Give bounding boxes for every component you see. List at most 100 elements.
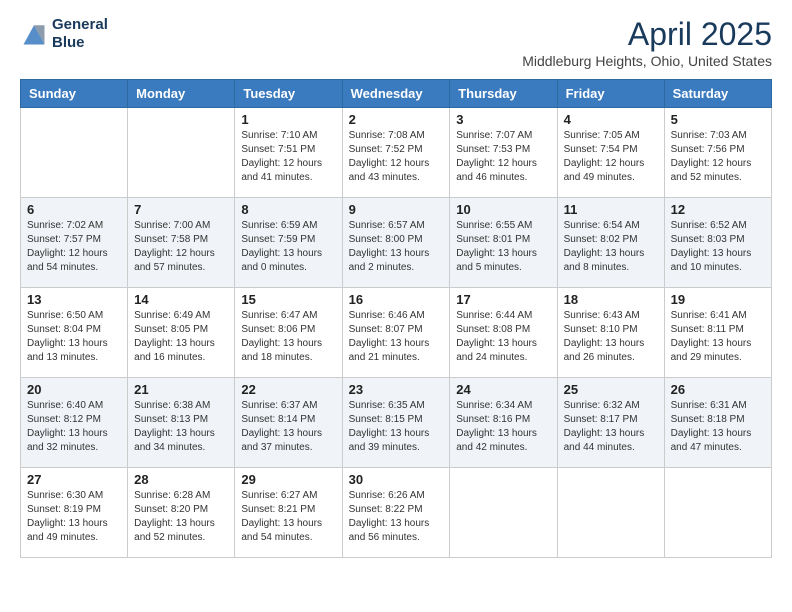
cell-info: Sunrise: 6:37 AM Sunset: 8:14 PM Dayligh… — [241, 399, 335, 455]
calendar-cell: 10 Sunrise: 6:55 AM Sunset: 8:01 PM Dayli… — [450, 198, 557, 288]
cell-day-number: 29 — [241, 472, 335, 487]
calendar-cell: 19Sunrise: 6:41 AM Sunset: 8:11 PM Dayli… — [664, 288, 771, 378]
cell-info: Sunrise: 7:10 AM Sunset: 7:51 PM Dayligh… — [241, 129, 335, 185]
logo-icon — [20, 20, 48, 48]
cell-info: Sunrise: 6:26 AM Sunset: 8:22 PM Dayligh… — [349, 489, 444, 545]
cell-info: Sunrise: 6:46 AM Sunset: 8:07 PM Dayligh… — [349, 309, 444, 365]
calendar-week-5: 27 Sunrise: 6:30 AM Sunset: 8:19 PM Dayli… — [21, 468, 772, 558]
cell-day-number: 8 — [241, 202, 335, 217]
calendar-cell: 1 Sunrise: 7:10 AM Sunset: 7:51 PM Daylig… — [235, 108, 342, 198]
calendar-cell: 6 Sunrise: 7:02 AM Sunset: 7:57 PM Daylig… — [21, 198, 128, 288]
calendar-cell: 21 Sunrise: 6:38 AM Sunset: 8:13 PM Dayli… — [128, 378, 235, 468]
cell-info: Sunrise: 6:27 AM Sunset: 8:21 PM Dayligh… — [241, 489, 335, 545]
cell-info: Sunrise: 7:02 AM Sunset: 7:57 PM Dayligh… — [27, 219, 121, 275]
cell-info: Sunrise: 6:30 AM Sunset: 8:19 PM Dayligh… — [27, 489, 121, 545]
cell-day-number: 23 — [349, 382, 444, 397]
cell-info: Sunrise: 6:28 AM Sunset: 8:20 PM Dayligh… — [134, 489, 228, 545]
cell-day-number: 15 — [241, 292, 335, 307]
cell-info: Sunrise: 6:34 AM Sunset: 8:16 PM Dayligh… — [456, 399, 550, 455]
cell-info: Sunrise: 6:41 AM Sunset: 8:11 PM Dayligh… — [671, 309, 765, 365]
day-header-thursday: Thursday — [450, 80, 557, 108]
calendar-cell: 7Sunrise: 7:00 AM Sunset: 7:58 PM Daylig… — [128, 198, 235, 288]
calendar-cell: 20Sunrise: 6:40 AM Sunset: 8:12 PM Dayli… — [21, 378, 128, 468]
cell-info: Sunrise: 6:52 AM Sunset: 8:03 PM Dayligh… — [671, 219, 765, 275]
cell-day-number: 27 — [27, 472, 121, 487]
day-header-monday: Monday — [128, 80, 235, 108]
cell-info: Sunrise: 6:44 AM Sunset: 8:08 PM Dayligh… — [456, 309, 550, 365]
cell-day-number: 5 — [671, 112, 765, 127]
cell-day-number: 17 — [456, 292, 550, 307]
cell-info: Sunrise: 6:38 AM Sunset: 8:13 PM Dayligh… — [134, 399, 228, 455]
calendar-cell: 30 Sunrise: 6:26 AM Sunset: 8:22 PM Dayli… — [342, 468, 450, 558]
calendar-cell: 24 Sunrise: 6:34 AM Sunset: 8:16 PM Dayli… — [450, 378, 557, 468]
day-header-wednesday: Wednesday — [342, 80, 450, 108]
cell-day-number: 10 — [456, 202, 550, 217]
cell-day-number: 13 — [27, 292, 121, 307]
calendar-cell: 27 Sunrise: 6:30 AM Sunset: 8:19 PM Dayli… — [21, 468, 128, 558]
cell-info: Sunrise: 6:43 AM Sunset: 8:10 PM Dayligh… — [564, 309, 658, 365]
cell-day-number: 24 — [456, 382, 550, 397]
cell-info: Sunrise: 6:47 AM Sunset: 8:06 PM Dayligh… — [241, 309, 335, 365]
calendar-cell: 26 Sunrise: 6:31 AM Sunset: 8:18 PM Dayli… — [664, 378, 771, 468]
calendar-week-2: 6 Sunrise: 7:02 AM Sunset: 7:57 PM Daylig… — [21, 198, 772, 288]
logo-text: General Blue — [52, 16, 108, 52]
header: General Blue April 2025 Middleburg Heigh… — [20, 16, 772, 69]
cell-day-number: 2 — [349, 112, 444, 127]
calendar-week-3: 13 Sunrise: 6:50 AM Sunset: 8:04 PM Dayli… — [21, 288, 772, 378]
cell-info: Sunrise: 6:49 AM Sunset: 8:05 PM Dayligh… — [134, 309, 228, 365]
calendar-cell: 22Sunrise: 6:37 AM Sunset: 8:14 PM Dayli… — [235, 378, 342, 468]
calendar: SundayMondayTuesdayWednesdayThursdayFrid… — [20, 79, 772, 558]
cell-day-number: 4 — [564, 112, 658, 127]
cell-info: Sunrise: 7:08 AM Sunset: 7:52 PM Dayligh… — [349, 129, 444, 185]
location-title: Middleburg Heights, Ohio, United States — [522, 53, 772, 69]
calendar-cell: 4 Sunrise: 7:05 AM Sunset: 7:54 PM Daylig… — [557, 108, 664, 198]
cell-day-number: 25 — [564, 382, 658, 397]
calendar-cell: 11Sunrise: 6:54 AM Sunset: 8:02 PM Dayli… — [557, 198, 664, 288]
calendar-cell: 17 Sunrise: 6:44 AM Sunset: 8:08 PM Dayli… — [450, 288, 557, 378]
cell-day-number: 6 — [27, 202, 121, 217]
calendar-cell: 12 Sunrise: 6:52 AM Sunset: 8:03 PM Dayli… — [664, 198, 771, 288]
calendar-cell: 16 Sunrise: 6:46 AM Sunset: 8:07 PM Dayli… — [342, 288, 450, 378]
cell-info: Sunrise: 7:00 AM Sunset: 7:58 PM Dayligh… — [134, 219, 228, 275]
logo: General Blue — [20, 16, 108, 52]
cell-day-number: 30 — [349, 472, 444, 487]
calendar-cell: 28 Sunrise: 6:28 AM Sunset: 8:20 PM Dayli… — [128, 468, 235, 558]
cell-day-number: 1 — [241, 112, 335, 127]
cell-day-number: 20 — [27, 382, 121, 397]
calendar-cell — [128, 108, 235, 198]
calendar-cell: 25 Sunrise: 6:32 AM Sunset: 8:17 PM Dayli… — [557, 378, 664, 468]
cell-day-number: 14 — [134, 292, 228, 307]
day-header-friday: Friday — [557, 80, 664, 108]
calendar-cell: 13 Sunrise: 6:50 AM Sunset: 8:04 PM Dayli… — [21, 288, 128, 378]
title-area: April 2025 Middleburg Heights, Ohio, Uni… — [522, 16, 772, 69]
day-header-tuesday: Tuesday — [235, 80, 342, 108]
cell-info: Sunrise: 6:55 AM Sunset: 8:01 PM Dayligh… — [456, 219, 550, 275]
cell-info: Sunrise: 7:05 AM Sunset: 7:54 PM Dayligh… — [564, 129, 658, 185]
month-title: April 2025 — [522, 16, 772, 53]
cell-day-number: 18 — [564, 292, 658, 307]
calendar-week-4: 20Sunrise: 6:40 AM Sunset: 8:12 PM Dayli… — [21, 378, 772, 468]
cell-info: Sunrise: 7:07 AM Sunset: 7:53 PM Dayligh… — [456, 129, 550, 185]
calendar-cell: 23Sunrise: 6:35 AM Sunset: 8:15 PM Dayli… — [342, 378, 450, 468]
calendar-cell: 29 Sunrise: 6:27 AM Sunset: 8:21 PM Dayli… — [235, 468, 342, 558]
cell-day-number: 26 — [671, 382, 765, 397]
cell-day-number: 28 — [134, 472, 228, 487]
calendar-week-1: 1 Sunrise: 7:10 AM Sunset: 7:51 PM Daylig… — [21, 108, 772, 198]
calendar-header-row: SundayMondayTuesdayWednesdayThursdayFrid… — [21, 80, 772, 108]
cell-info: Sunrise: 7:03 AM Sunset: 7:56 PM Dayligh… — [671, 129, 765, 185]
day-header-sunday: Sunday — [21, 80, 128, 108]
cell-day-number: 21 — [134, 382, 228, 397]
cell-info: Sunrise: 6:50 AM Sunset: 8:04 PM Dayligh… — [27, 309, 121, 365]
cell-info: Sunrise: 6:31 AM Sunset: 8:18 PM Dayligh… — [671, 399, 765, 455]
calendar-cell: 8Sunrise: 6:59 AM Sunset: 7:59 PM Daylig… — [235, 198, 342, 288]
cell-info: Sunrise: 6:54 AM Sunset: 8:02 PM Dayligh… — [564, 219, 658, 275]
cell-day-number: 3 — [456, 112, 550, 127]
calendar-cell — [450, 468, 557, 558]
cell-day-number: 16 — [349, 292, 444, 307]
cell-info: Sunrise: 6:32 AM Sunset: 8:17 PM Dayligh… — [564, 399, 658, 455]
cell-day-number: 12 — [671, 202, 765, 217]
calendar-cell — [664, 468, 771, 558]
cell-info: Sunrise: 6:57 AM Sunset: 8:00 PM Dayligh… — [349, 219, 444, 275]
calendar-cell: 14 Sunrise: 6:49 AM Sunset: 8:05 PM Dayli… — [128, 288, 235, 378]
calendar-cell — [557, 468, 664, 558]
